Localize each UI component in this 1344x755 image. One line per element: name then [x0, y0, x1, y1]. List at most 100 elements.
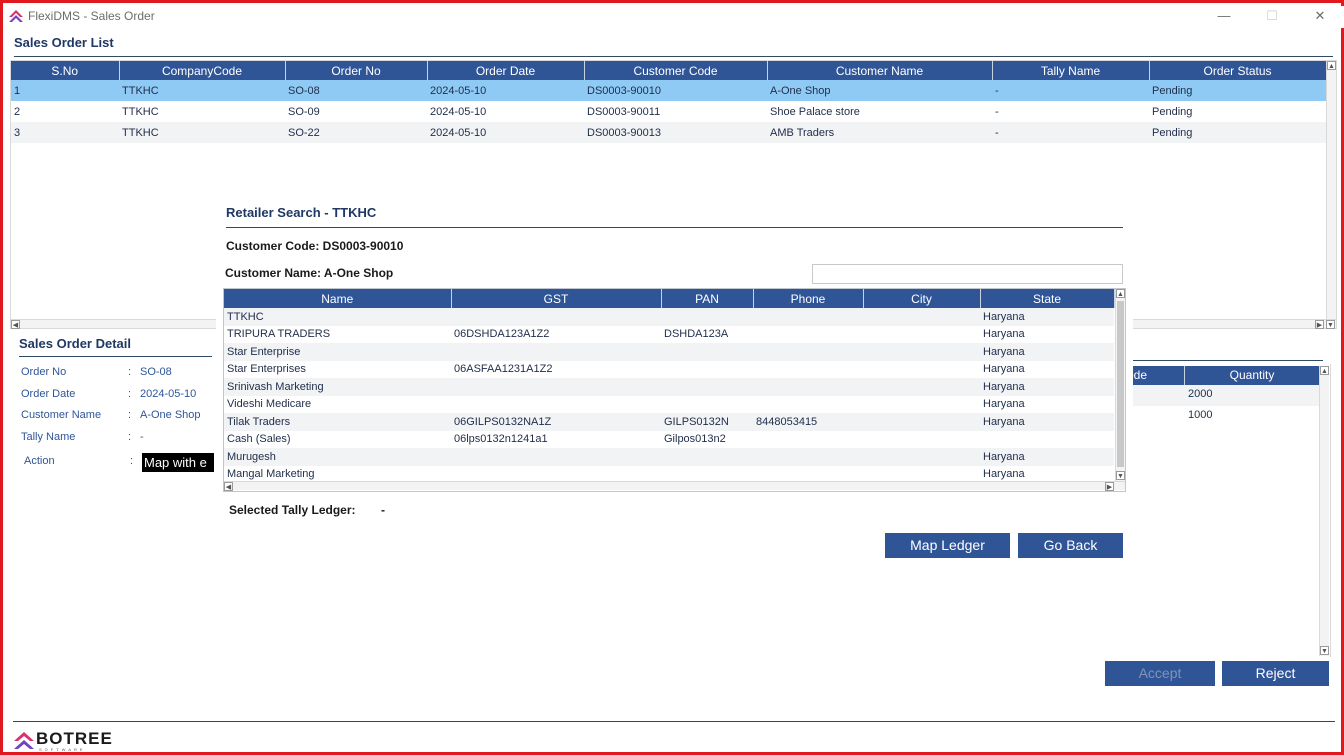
city-cell [863, 308, 980, 326]
column-header-company-code[interactable]: CompanyCode [119, 61, 286, 80]
close-button[interactable]: ✕ [1302, 6, 1338, 28]
state-cell [980, 431, 1114, 449]
state-cell: Haryana [980, 448, 1114, 466]
cell: SO-22 [285, 122, 427, 143]
scroll-left-arrow-icon[interactable]: ◀ [224, 482, 233, 491]
scroll-down-arrow-icon[interactable]: ▼ [1320, 646, 1329, 655]
name-cell: Murugesh [224, 448, 451, 466]
column-header-gst[interactable]: GST [451, 289, 662, 308]
city-cell [863, 413, 980, 431]
maximize-button[interactable]: ☐ [1254, 6, 1290, 28]
go-back-button[interactable]: Go Back [1018, 533, 1123, 558]
retailer-grid-hscroll[interactable]: ◀ ▶ [224, 481, 1125, 491]
cell: - [992, 122, 1149, 143]
pan-cell: Gilpos013n2 [664, 433, 726, 446]
cell: - [995, 105, 999, 118]
scroll-up-arrow-icon[interactable]: ▲ [1320, 366, 1329, 375]
table-row[interactable]: Murugesh Haryana [224, 448, 1114, 466]
name-cell: TRIPURA TRADERS [227, 328, 331, 341]
scroll-left-arrow-icon[interactable]: ◀ [11, 320, 20, 329]
column-header-sno[interactable]: S.No [11, 61, 120, 80]
scroll-right-arrow-icon[interactable]: ▶ [1315, 320, 1324, 329]
column-header-name[interactable]: Name [224, 289, 452, 308]
gst-cell [451, 343, 661, 361]
state-cell: Haryana [980, 308, 1114, 326]
table-row[interactable]: Star Enterprises 06ASFAA1231A1Z2 Haryana [224, 361, 1114, 379]
scroll-down-arrow-icon[interactable]: ▼ [1326, 320, 1335, 329]
scroll-down-arrow-icon[interactable]: ▼ [1116, 471, 1125, 480]
flexidms-logo-icon [9, 10, 23, 22]
cell: 2 [14, 105, 21, 118]
scroll-up-arrow-icon[interactable]: ▲ [1327, 61, 1336, 70]
table-row[interactable]: Cash (Sales) 06lps0132n1241a1 Gilpos013n2 [224, 431, 1114, 449]
title-bar: FlexiDMS - Sales Order — ☐ ✕ [6, 6, 1344, 28]
table-row[interactable]: TTKHC Haryana [224, 308, 1114, 326]
table-row[interactable]: 3 TTKHC SO-22 2024-05-10 DS0003-90013 AM… [11, 122, 1326, 143]
gst-cell [451, 308, 661, 326]
column-header-customer-code[interactable]: Customer Code [584, 61, 768, 80]
table-row[interactable]: TRIPURA TRADERS 06DSHDA123A1Z2 DSHDA123A Ha… [224, 326, 1114, 344]
retailer-grid-vscroll[interactable]: ▲ ▼ [1115, 289, 1125, 481]
column-header-quantity[interactable]: Quantity [1185, 366, 1319, 385]
table-row[interactable]: Star Enterprise Haryana [224, 343, 1114, 361]
phone-cell [753, 308, 863, 326]
colon: : [128, 388, 132, 400]
table-row[interactable]: 2 TTKHC SO-09 2024-05-10 DS0003-90011 Sh… [11, 101, 1326, 122]
cell: 2024-05-10 [427, 80, 584, 101]
colon: : [130, 455, 134, 467]
table-row[interactable]: Tilak Traders 06GILPS0132NA1Z GILPS0132N 84… [224, 413, 1114, 431]
table-row[interactable]: Videshi Medicare Haryana [224, 396, 1114, 414]
state-cell: Haryana [983, 328, 1025, 341]
gst-cell [451, 378, 661, 396]
name-cell: Star Enterprise [224, 343, 451, 361]
action-label: Action [24, 455, 55, 467]
gst-cell [451, 448, 661, 466]
scroll-right-arrow-icon[interactable]: ▶ [1105, 482, 1114, 491]
order-list-vscroll[interactable]: ▲ [1326, 61, 1336, 319]
city-cell [863, 343, 980, 361]
column-header-city[interactable]: City [863, 289, 981, 308]
column-header-order-status[interactable]: Order Status [1149, 61, 1327, 80]
name-cell: Srinivash Marketing [224, 378, 451, 396]
column-header-pan[interactable]: PAN [661, 289, 754, 308]
retailer-grid: Name GST PAN Phone City State TTKHC Harya… [223, 288, 1126, 492]
order-date-label: Order Date [21, 388, 76, 400]
column-header-phone[interactable]: Phone [753, 289, 864, 308]
retailer-grid-header: Name GST PAN Phone City State [224, 289, 1115, 308]
action-dropdown[interactable]: Map with e [142, 453, 214, 472]
city-cell [863, 361, 980, 379]
retailer-search-input[interactable] [812, 264, 1123, 284]
retailer-search-title: Retailer Search - TTKHC [226, 205, 377, 220]
reject-button[interactable]: Reject [1222, 661, 1329, 686]
column-header-customer-name[interactable]: Customer Name [767, 61, 993, 80]
state-cell: Haryana [980, 343, 1114, 361]
pan-cell: DSHDA123A [664, 328, 729, 341]
colon: : [128, 409, 132, 421]
table-row[interactable]: 1 TTKHC SO-08 2024-05-10 DS0003-90010 A-… [11, 80, 1326, 101]
column-header-state[interactable]: State [980, 289, 1115, 308]
customer-code-text: Customer Code: DS0003-90010 [226, 239, 404, 253]
table-row[interactable]: Srinivash Marketing Haryana [224, 378, 1114, 396]
column-header-order-date[interactable]: Order Date [427, 61, 585, 80]
accept-button[interactable]: Accept [1105, 661, 1215, 686]
column-header-order-no[interactable]: Order No [285, 61, 428, 80]
tally-name-label: Tally Name [21, 431, 76, 443]
city-cell [863, 431, 980, 449]
table-row[interactable]: 1000 [1123, 406, 1319, 427]
scroll-thumb[interactable] [1117, 301, 1124, 467]
colon: : [128, 366, 132, 378]
footer-divider [13, 721, 1335, 722]
map-ledger-button[interactable]: Map Ledger [885, 533, 1010, 558]
state-cell: Haryana [980, 378, 1114, 396]
phone-cell [753, 431, 863, 449]
cell: SO-09 [288, 105, 320, 118]
product-grid-vscroll[interactable]: ▲ ▼ [1319, 366, 1329, 656]
scroll-up-arrow-icon[interactable]: ▲ [1116, 289, 1125, 298]
minimize-button[interactable]: — [1206, 6, 1242, 28]
column-header-tally-name[interactable]: Tally Name [992, 61, 1150, 80]
table-row[interactable]: 2000 [1123, 385, 1319, 406]
cell: 2024-05-10 [430, 105, 487, 118]
name-cell: Cash (Sales) [227, 433, 291, 446]
phone-cell [753, 378, 863, 396]
cell: 3 [11, 122, 119, 143]
